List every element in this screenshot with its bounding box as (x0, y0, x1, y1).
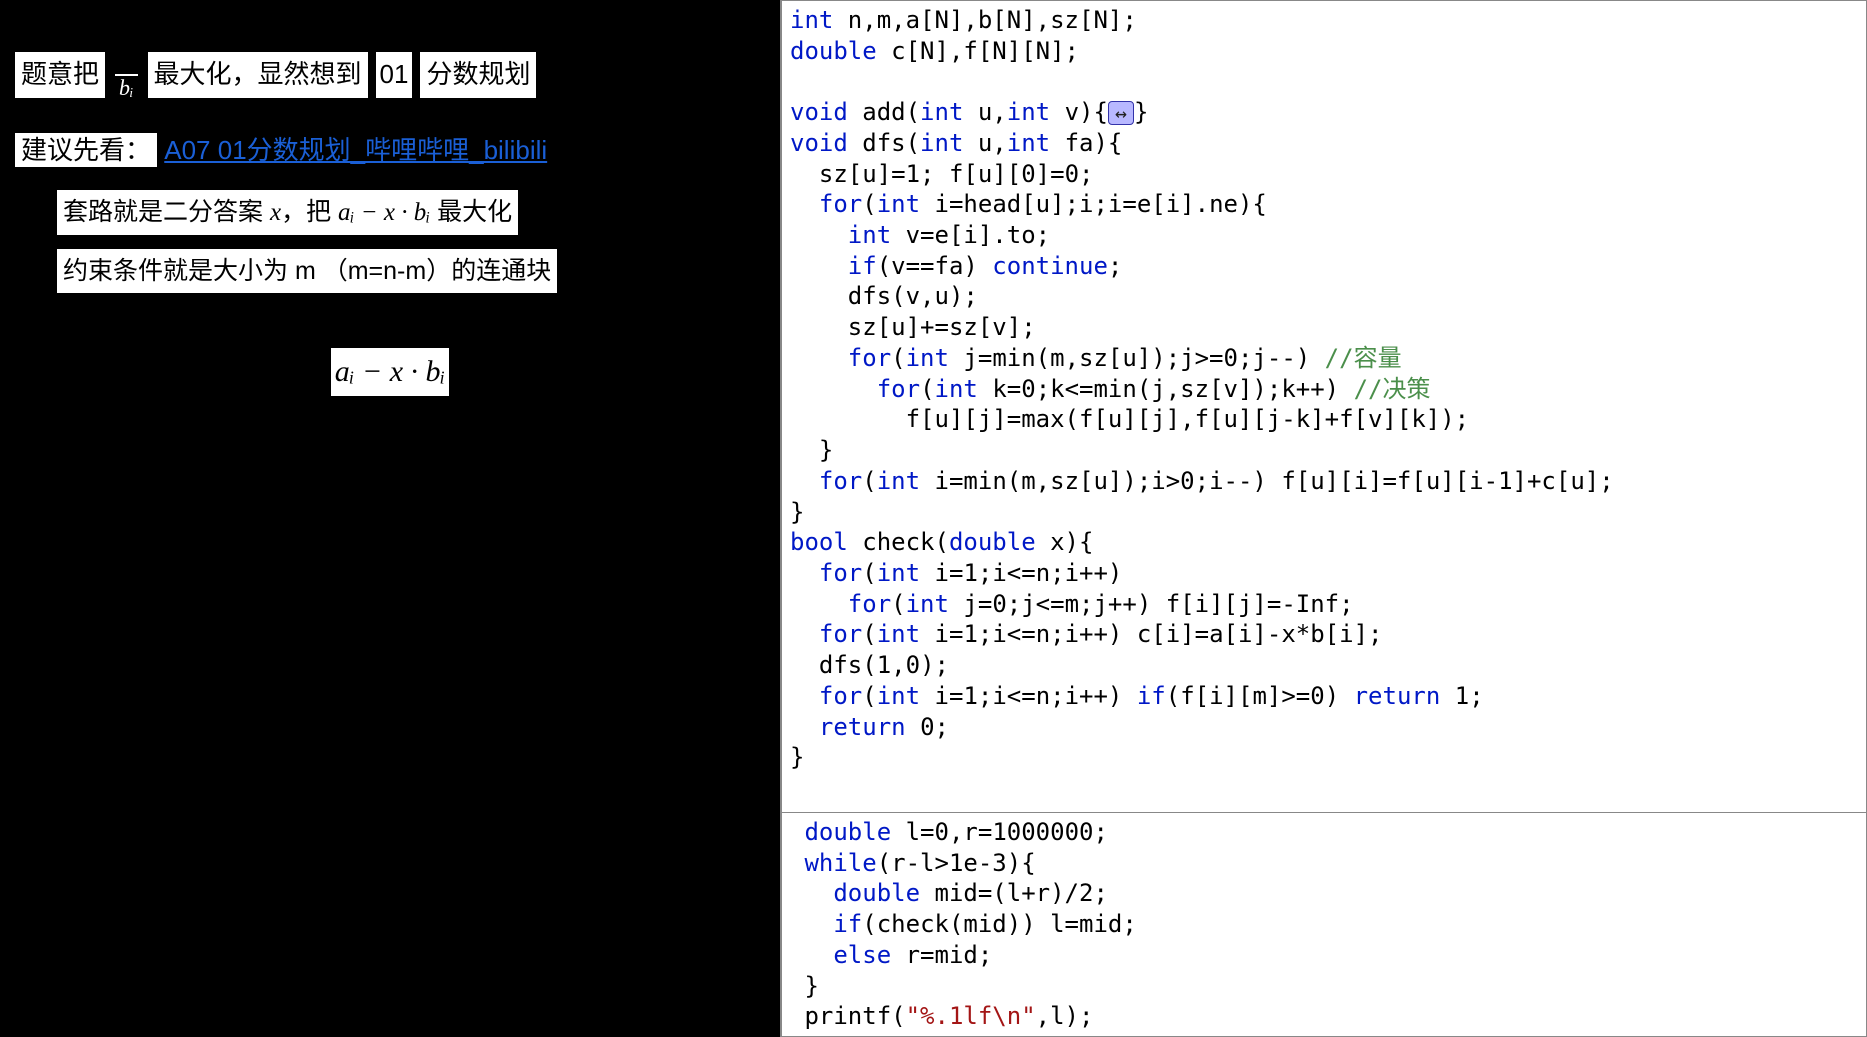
text-segment: 套路就是二分答案 x，把 aᵢ − x · bᵢ 最大化 (57, 190, 518, 235)
text-segment: 最大化，显然想到 (148, 52, 368, 98)
fraction-ai-bi: aᵢ bᵢ (111, 48, 141, 102)
link-label: 建议先看： (15, 133, 157, 167)
bullet-2: 约束条件就是大小为 m （m=n-m）的连通块 (57, 249, 765, 293)
bullet-1: 套路就是二分答案 x，把 aᵢ − x · bᵢ 最大化 (57, 190, 765, 235)
code-block-top[interactable]: int n,m,a[N],b[N],sz[N]; double c[N],f[N… (781, 0, 1867, 812)
link-row: 建议先看： A07 01分数规划_哔哩哔哩_bilibili (15, 130, 765, 172)
bilibili-link[interactable]: A07 01分数规划_哔哩哔哩_bilibili (164, 135, 547, 165)
comment: //容量 (1325, 344, 1402, 372)
code-pane: int n,m,a[N],b[N],sz[N]; double c[N],f[N… (780, 0, 1867, 1037)
code-block-bottom[interactable]: double l=0,r=1000000; while(r-l>1e-3){ d… (781, 812, 1867, 1037)
text-segment: 分数规划 (420, 52, 536, 98)
slide-pane: 题意把 aᵢ bᵢ 最大化，显然想到 01 分数规划 建议先看： A07 01分… (0, 0, 780, 1037)
line-1: 题意把 aᵢ bᵢ 最大化，显然想到 01 分数规划 (15, 48, 765, 102)
text-segment: 01 (374, 50, 415, 100)
fold-icon[interactable]: ↔ (1108, 101, 1134, 125)
text-segment: 约束条件就是大小为 m （m=n-m）的连通块 (57, 249, 557, 293)
text-segment: 题意把 (15, 52, 105, 98)
formula-centered: aᵢ − x · bᵢ (0, 348, 780, 396)
comment: //决策 (1354, 375, 1431, 403)
